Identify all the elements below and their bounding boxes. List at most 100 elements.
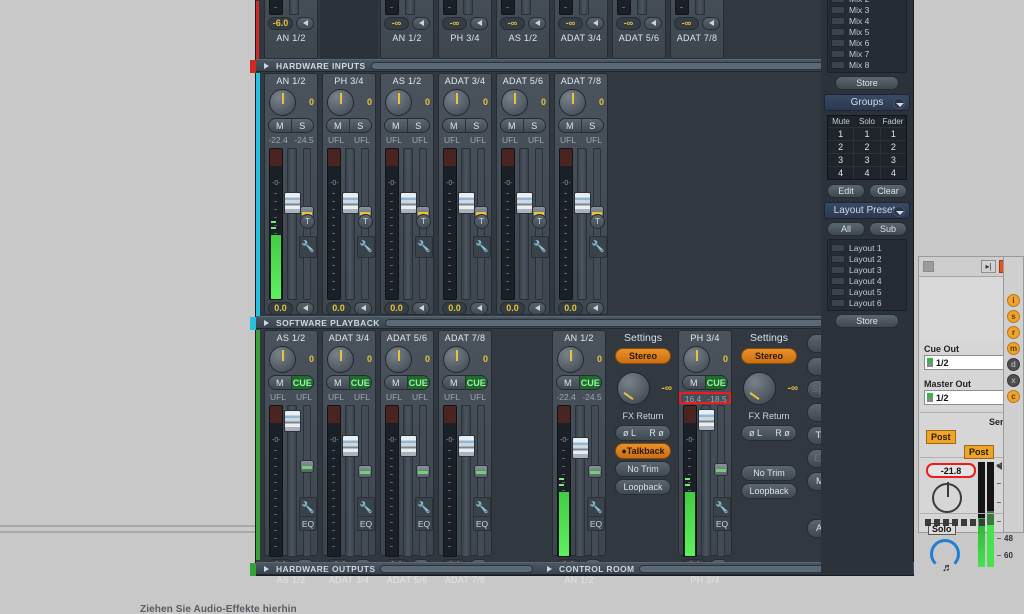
no-trim-button[interactable]: No Trim bbox=[741, 465, 797, 481]
phase-row[interactable]: ø LR ø bbox=[615, 425, 671, 441]
groups-clear-button[interactable]: Clear bbox=[869, 184, 907, 198]
group-cell[interactable]: 1 bbox=[879, 127, 906, 140]
mute-button[interactable]: M bbox=[327, 119, 349, 132]
mute-button[interactable]: M bbox=[269, 376, 291, 389]
gain-value[interactable]: -∞ bbox=[616, 16, 641, 30]
solo-button[interactable]: S bbox=[464, 119, 488, 132]
layout-checkbox[interactable] bbox=[831, 265, 845, 274]
fader-track[interactable] bbox=[575, 405, 585, 557]
fader-handle[interactable] bbox=[572, 437, 589, 459]
gain-value[interactable]: 0.0 bbox=[500, 301, 525, 315]
cue-button[interactable]: CUE bbox=[464, 376, 487, 389]
wrench-icon[interactable]: 🔧 bbox=[590, 237, 606, 255]
channel-strip-top-4[interactable]: -∞ ADAT 5/6 bbox=[612, 0, 666, 59]
wrench-icon[interactable]: 🔧 bbox=[416, 498, 432, 516]
mute-button[interactable]: M bbox=[443, 119, 465, 132]
group-cell[interactable]: 2 bbox=[828, 140, 854, 153]
pan-track[interactable] bbox=[419, 405, 427, 557]
snapshot-item-8[interactable]: Mix 8 bbox=[828, 59, 906, 70]
fader-track[interactable] bbox=[579, 0, 589, 15]
pan-track[interactable] bbox=[361, 405, 369, 557]
pan-knob[interactable] bbox=[501, 89, 528, 116]
pan-handle[interactable] bbox=[300, 460, 314, 473]
left-arrow-button[interactable] bbox=[296, 301, 314, 315]
mixer-toggle-icon[interactable]: m bbox=[1007, 342, 1020, 355]
fx-toolbox[interactable]: 🔧 bbox=[415, 236, 433, 258]
channel-strip-partial-0[interactable]: -6.0 AN 1/2 bbox=[264, 0, 318, 59]
solo-button[interactable]: S bbox=[580, 119, 604, 132]
layout-checkbox[interactable] bbox=[831, 276, 845, 285]
hardware-input-strip-4[interactable]: ADAT 5/60MSUFLUFL-0-T🔧0.0ADAT 5/6 bbox=[496, 73, 550, 328]
peak-readout[interactable]: UFL UFL bbox=[555, 135, 607, 147]
group-cell[interactable]: 3 bbox=[853, 153, 880, 166]
fader-track[interactable] bbox=[577, 148, 587, 300]
layout-item-1[interactable]: Layout 1 bbox=[828, 242, 906, 253]
snapshot-item-7[interactable]: Mix 7 bbox=[828, 48, 906, 59]
trim-button[interactable]: T bbox=[532, 214, 547, 229]
pan-knob[interactable] bbox=[269, 89, 296, 116]
wrench-icon[interactable]: 🔧 bbox=[300, 498, 316, 516]
delay-toggle-icon[interactable]: d bbox=[1007, 358, 1020, 371]
chevron-down-icon[interactable] bbox=[893, 98, 905, 109]
wrench-icon[interactable]: 🔧 bbox=[358, 237, 374, 255]
fx-toolbox[interactable]: 🔧 EQ bbox=[415, 497, 433, 531]
pan-knob[interactable] bbox=[327, 346, 354, 373]
group-cell[interactable]: 3 bbox=[879, 153, 906, 166]
layout-all-button[interactable]: All bbox=[827, 222, 865, 236]
expand-arrow-icon[interactable] bbox=[545, 564, 554, 573]
send-b-post-button[interactable]: Post bbox=[964, 445, 994, 459]
channel-strip-top-0[interactable]: -∞ AN 1/2 bbox=[380, 0, 434, 59]
layout-checkbox[interactable] bbox=[831, 254, 845, 263]
phase-left-button[interactable]: ø L bbox=[742, 426, 769, 440]
wrench-icon[interactable]: 🔧 bbox=[714, 498, 730, 516]
crossfader-track[interactable] bbox=[925, 519, 987, 526]
hardware-input-strip-0[interactable]: AN 1/20MS-22.4-24.5-0-T🔧0.0AN 1/2 bbox=[264, 73, 318, 328]
group-cell[interactable]: 4 bbox=[828, 166, 854, 179]
left-arrow-button[interactable] bbox=[528, 16, 546, 30]
software-playback-strip-0[interactable]: AS 1/20MCUEUFLUFL-0-🔧EQ6.0AS 1/2 bbox=[264, 330, 318, 585]
layout-item-2[interactable]: Layout 2 bbox=[828, 253, 906, 264]
pan-handle[interactable] bbox=[474, 465, 488, 478]
left-arrow-button[interactable] bbox=[296, 16, 314, 30]
trim-button[interactable]: T bbox=[416, 214, 431, 229]
hardware-input-strip-2[interactable]: AS 1/20MSUFLUFL-0-T🔧0.0AS 1/2 bbox=[380, 73, 434, 328]
eq-button[interactable]: EQ bbox=[474, 516, 490, 530]
snapshots-store-button[interactable]: Store bbox=[835, 76, 899, 90]
fader-track[interactable] bbox=[461, 405, 471, 557]
left-arrow-button[interactable] bbox=[528, 301, 546, 315]
snapshot-item-4[interactable]: Mix 4 bbox=[828, 15, 906, 26]
snapshot-checkbox[interactable] bbox=[831, 27, 845, 36]
layout-checkbox[interactable] bbox=[831, 287, 845, 296]
eq-button[interactable]: EQ bbox=[588, 516, 604, 530]
snapshot-checkbox[interactable] bbox=[831, 38, 845, 47]
trim-button[interactable]: T bbox=[474, 214, 489, 229]
solo-button[interactable]: S bbox=[522, 119, 546, 132]
left-arrow-button[interactable] bbox=[702, 16, 720, 30]
layout-checkbox[interactable] bbox=[831, 298, 845, 307]
peak-readout[interactable]: -22.4 -24.5 bbox=[265, 135, 317, 147]
gain-value[interactable]: -∞ bbox=[500, 16, 525, 30]
stereo-button[interactable]: Stereo bbox=[741, 348, 797, 364]
fader-track[interactable] bbox=[405, 0, 415, 15]
fx-toolbox[interactable]: 🔧 bbox=[531, 236, 549, 258]
peak-readout[interactable]: UFL UFL bbox=[381, 135, 433, 147]
track-activator[interactable] bbox=[923, 261, 934, 272]
wrench-icon[interactable]: 🔧 bbox=[416, 237, 432, 255]
fader-track[interactable] bbox=[695, 0, 705, 15]
snapshot-item-5[interactable]: Mix 5 bbox=[828, 26, 906, 37]
snapshot-checkbox[interactable] bbox=[831, 16, 845, 25]
gain-value[interactable]: -∞ bbox=[674, 16, 699, 30]
pan-knob[interactable] bbox=[385, 346, 412, 373]
pan-track[interactable] bbox=[303, 405, 311, 557]
hardware-input-strip-5[interactable]: ADAT 7/80MSUFLUFL-0-T🔧0.0ADAT 7/8 bbox=[554, 73, 608, 328]
pan-track[interactable] bbox=[591, 405, 599, 557]
gain-value[interactable]: 0.0 bbox=[384, 301, 409, 315]
fx-return-knob[interactable] bbox=[617, 372, 650, 405]
peak-readout[interactable]: UFL UFL bbox=[323, 135, 375, 147]
snapshot-checkbox[interactable] bbox=[831, 5, 845, 14]
fader-track[interactable] bbox=[461, 148, 471, 300]
software-playback-strip-3[interactable]: ADAT 7/80MCUEUFLUFL-0-🔧EQ0.0ADAT 7/8 bbox=[438, 330, 492, 585]
left-arrow-button[interactable] bbox=[470, 301, 488, 315]
group-cell[interactable]: 4 bbox=[853, 166, 880, 179]
sends-toggle-icon[interactable]: s bbox=[1007, 310, 1020, 323]
